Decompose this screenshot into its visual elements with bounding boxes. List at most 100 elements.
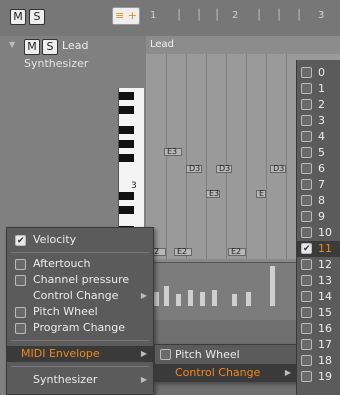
midi-note[interactable]: E2 (228, 248, 246, 256)
midi-note[interactable]: D3 (186, 165, 202, 173)
black-key[interactable] (119, 92, 134, 100)
menu-item-synthesizer[interactable]: Synthesizer ▶ (7, 372, 153, 388)
grid-line (246, 54, 247, 259)
cc-item[interactable]: 2 (297, 97, 340, 113)
checkbox-icon (301, 355, 312, 366)
checkbox-checked-icon (15, 233, 26, 249)
ruler-mark: │ (176, 10, 183, 21)
ruler-mark: 2 (232, 10, 239, 21)
cc-item[interactable]: 14 (297, 289, 340, 305)
checkbox-icon (301, 99, 312, 110)
menu-separator (11, 366, 149, 367)
track-solo-button[interactable]: S (42, 39, 58, 55)
menu-item-channel-pressure[interactable]: Channel pressure (7, 272, 153, 288)
black-key[interactable] (119, 206, 134, 214)
checkbox-icon (301, 291, 312, 302)
checkbox-icon (301, 131, 312, 142)
submenu-item-pitch-wheel[interactable]: Pitch Wheel (155, 346, 297, 363)
grid-line (266, 54, 267, 259)
key-label-c3: 3 (131, 181, 137, 191)
cc-item[interactable]: 3 (297, 113, 340, 129)
black-key[interactable] (119, 192, 134, 200)
cc-item-selected[interactable]: 11 (297, 241, 340, 257)
checkbox-icon (301, 275, 312, 286)
top-toolbar: M S ≡ + 1 │ │ │ 2 │ │ │ 3 (0, 0, 340, 36)
cc-item[interactable]: 4 (297, 129, 340, 145)
midi-envelope-submenu: Pitch Wheel Control Change ▶ (154, 344, 298, 382)
black-key[interactable] (119, 154, 134, 162)
black-key[interactable] (119, 126, 134, 134)
menu-item-control-change[interactable]: Control Change ▶ (7, 288, 153, 304)
menu-item-aftertouch[interactable]: Aftertouch (7, 256, 153, 272)
clip-title: Lead (146, 36, 340, 54)
cc-item[interactable]: 12 (297, 257, 340, 273)
checkbox-icon (301, 179, 312, 190)
submenu-arrow-icon: ▶ (140, 291, 147, 300)
checkbox-icon (301, 195, 312, 206)
checkbox-icon (301, 339, 312, 350)
midi-note[interactable]: E2 (174, 248, 192, 256)
cc-item[interactable]: 1 (297, 81, 340, 97)
menu-item-program-change[interactable]: Program Change (7, 320, 153, 336)
timeline-ruler[interactable]: 1 │ │ │ 2 │ │ │ 3 (146, 8, 340, 30)
checkbox-icon (301, 227, 312, 238)
cc-item[interactable]: 8 (297, 193, 340, 209)
velocity-bar[interactable] (188, 290, 193, 306)
collapse-triangle-icon[interactable]: ▼ (9, 40, 15, 49)
cc-item[interactable]: 18 (297, 353, 340, 369)
midi-note[interactable]: D3 (216, 165, 232, 173)
submenu-arrow-icon: ▶ (140, 349, 147, 358)
midi-note[interactable]: E3 (164, 148, 182, 156)
checkbox-icon (301, 323, 312, 334)
global-mute-button[interactable]: M (10, 9, 26, 25)
track-menu-button[interactable]: ≡ + (112, 7, 140, 25)
cc-item[interactable]: 16 (297, 321, 340, 337)
menu-item-velocity[interactable]: Velocity (7, 232, 153, 249)
cc-item[interactable]: 17 (297, 337, 340, 353)
velocity-bar[interactable] (246, 292, 251, 306)
checkbox-icon (301, 67, 312, 78)
checkbox-icon (160, 349, 171, 360)
cc-item[interactable]: 13 (297, 273, 340, 289)
midi-note[interactable]: D3 (270, 165, 286, 173)
menu-item-pitch-wheel[interactable]: Pitch Wheel (7, 304, 153, 320)
global-solo-button[interactable]: S (29, 9, 45, 25)
track-instrument[interactable]: Synthesizer (24, 57, 88, 70)
cc-number-submenu: 0 1 2 3 4 5 6 7 8 9 10 11 12 13 14 15 16… (296, 60, 340, 395)
menu-item-midi-envelope[interactable]: MIDI Envelope ▶ (7, 346, 153, 362)
cc-item[interactable]: 7 (297, 177, 340, 193)
velocity-bar[interactable] (154, 292, 159, 306)
cc-item[interactable]: 0 (297, 65, 340, 81)
cc-item[interactable]: 19 (297, 369, 340, 385)
checkbox-icon (301, 371, 312, 382)
checkbox-checked-icon (301, 241, 312, 257)
black-key[interactable] (119, 106, 134, 114)
ruler-mark: │ (214, 10, 221, 21)
velocity-bar[interactable] (164, 286, 169, 306)
black-key[interactable] (119, 140, 134, 148)
grid-line (286, 54, 287, 259)
cc-item[interactable]: 10 (297, 225, 340, 241)
midi-note[interactable]: E3 (206, 190, 220, 198)
velocity-bar[interactable] (200, 292, 205, 306)
velocity-bar[interactable] (212, 290, 217, 306)
submenu-arrow-icon: ▶ (284, 368, 291, 377)
ruler-mark: │ (276, 10, 283, 21)
velocity-bar[interactable] (232, 294, 237, 306)
checkbox-icon (301, 259, 312, 270)
checkbox-icon (15, 307, 26, 318)
velocity-bar[interactable] (176, 294, 181, 306)
cc-item[interactable]: 6 (297, 161, 340, 177)
track-name[interactable]: Lead (62, 39, 88, 52)
midi-note[interactable]: E (256, 190, 266, 198)
checkbox-icon (301, 211, 312, 222)
cc-item[interactable]: 15 (297, 305, 340, 321)
cc-item[interactable]: 5 (297, 145, 340, 161)
velocity-bar[interactable] (270, 266, 275, 306)
grid-line (166, 54, 167, 259)
track-mute-button[interactable]: M (24, 39, 40, 55)
checkbox-icon (15, 275, 26, 286)
cc-item[interactable]: 9 (297, 209, 340, 225)
checkbox-icon (15, 259, 26, 270)
submenu-item-control-change[interactable]: Control Change ▶ (155, 364, 297, 381)
